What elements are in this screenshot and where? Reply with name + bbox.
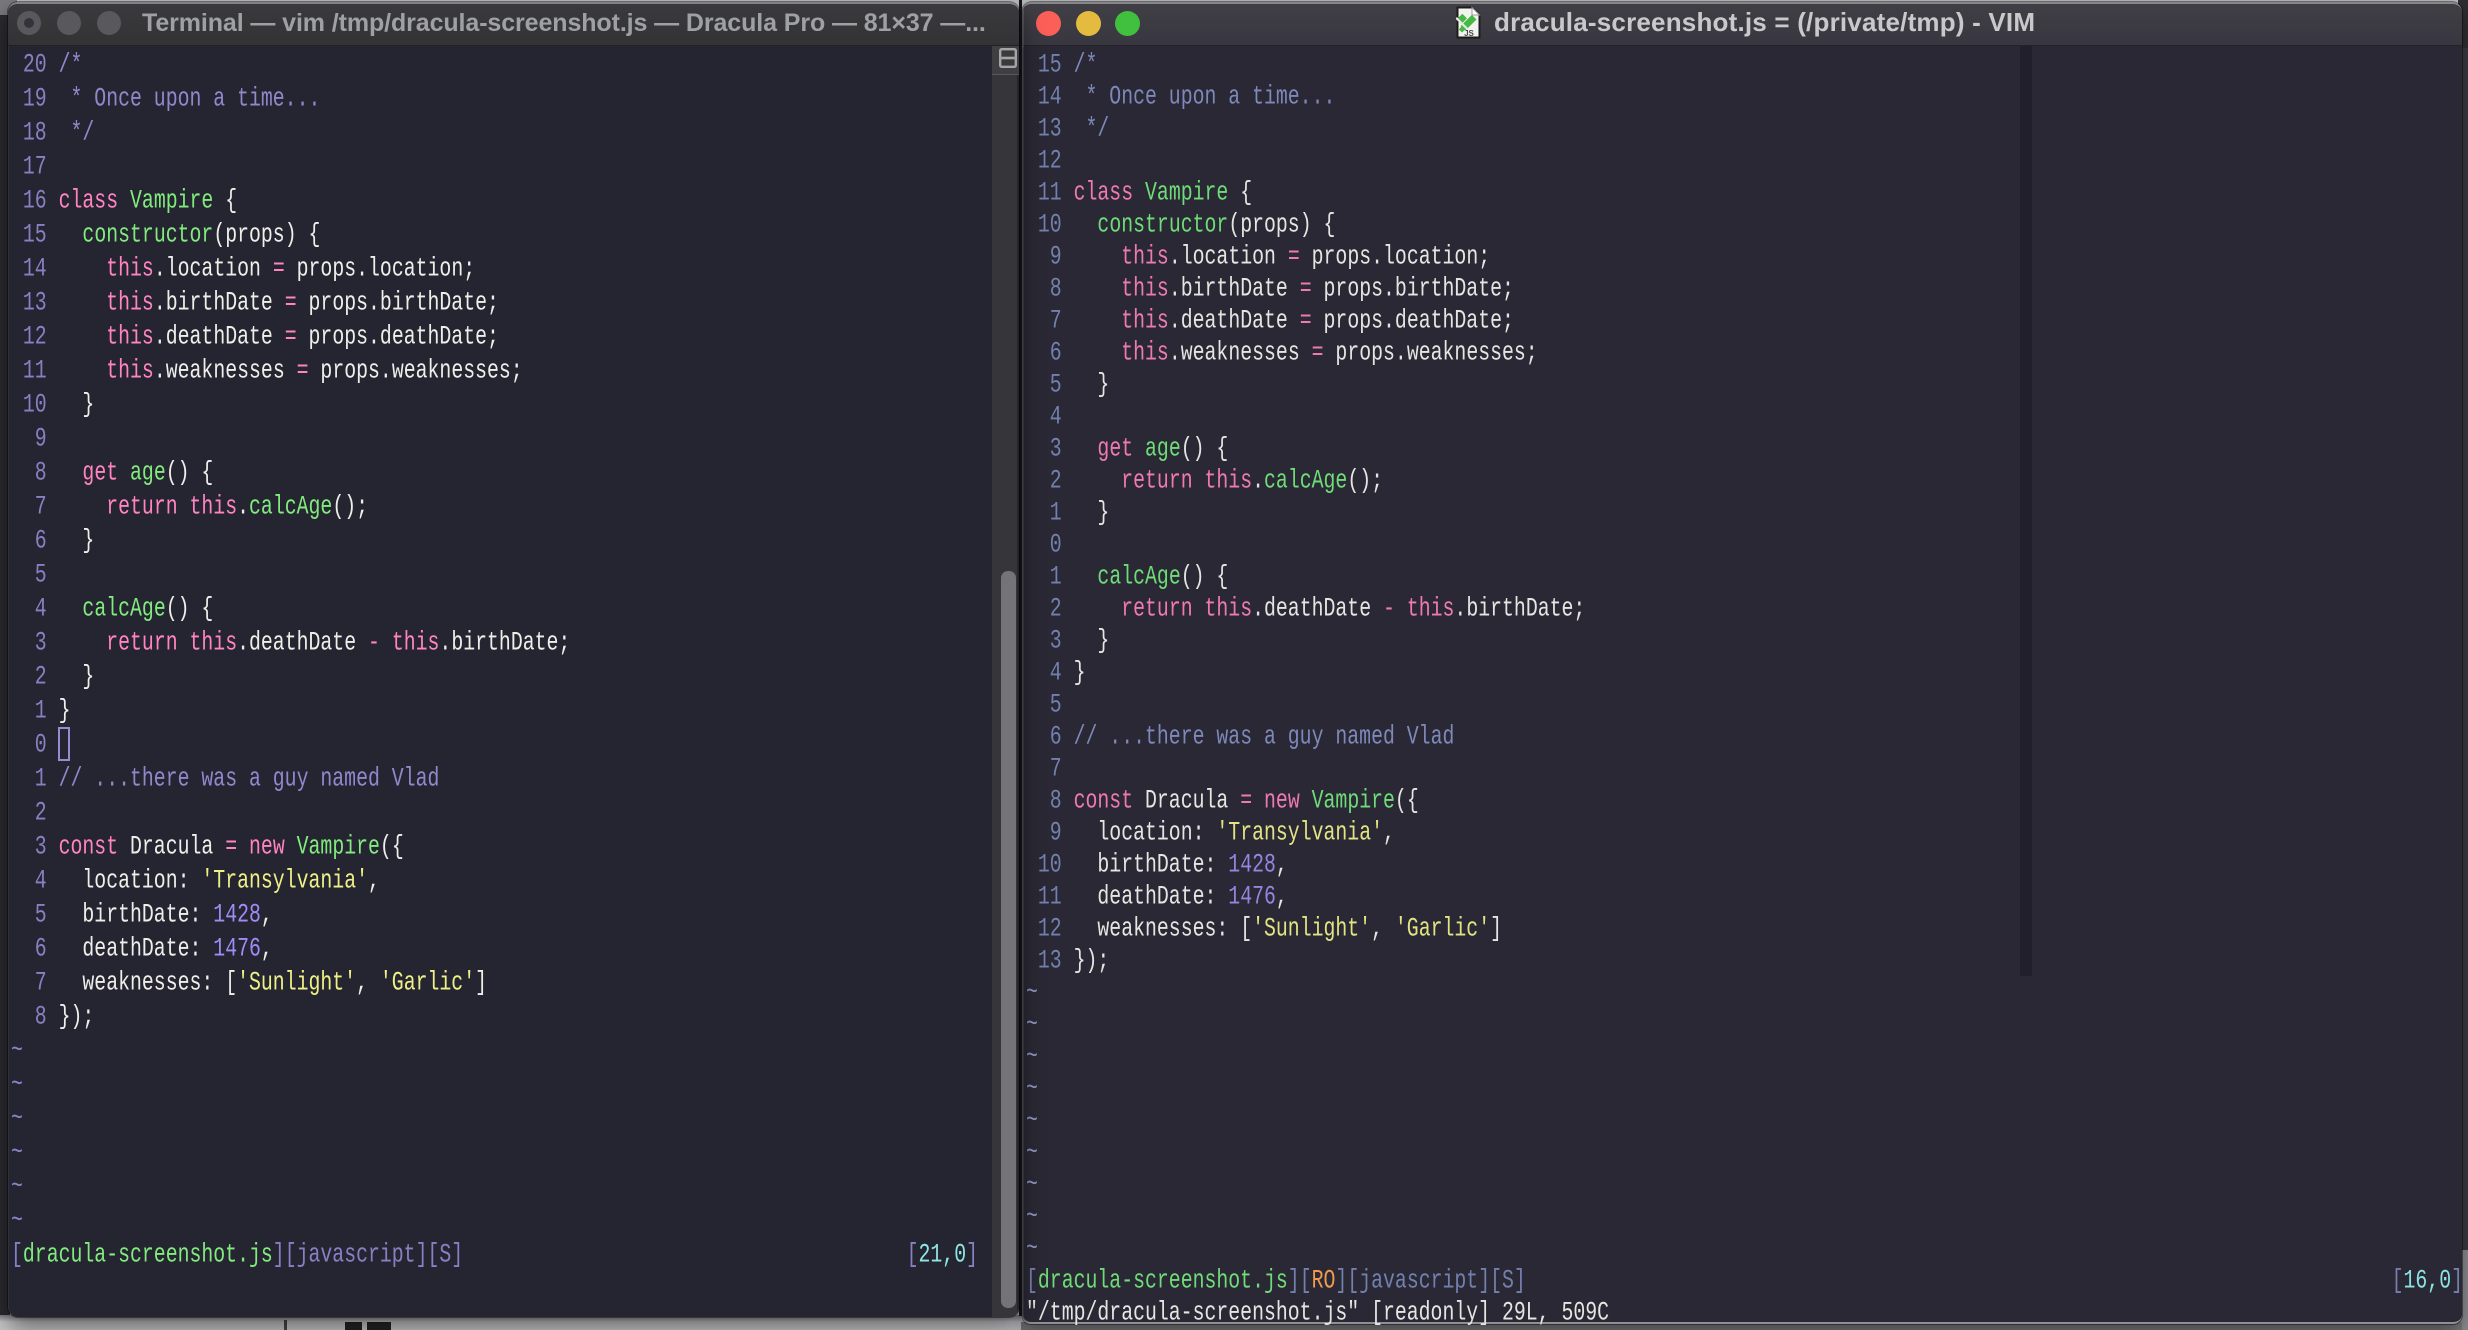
svg-text:JS: JS: [1464, 29, 1474, 38]
